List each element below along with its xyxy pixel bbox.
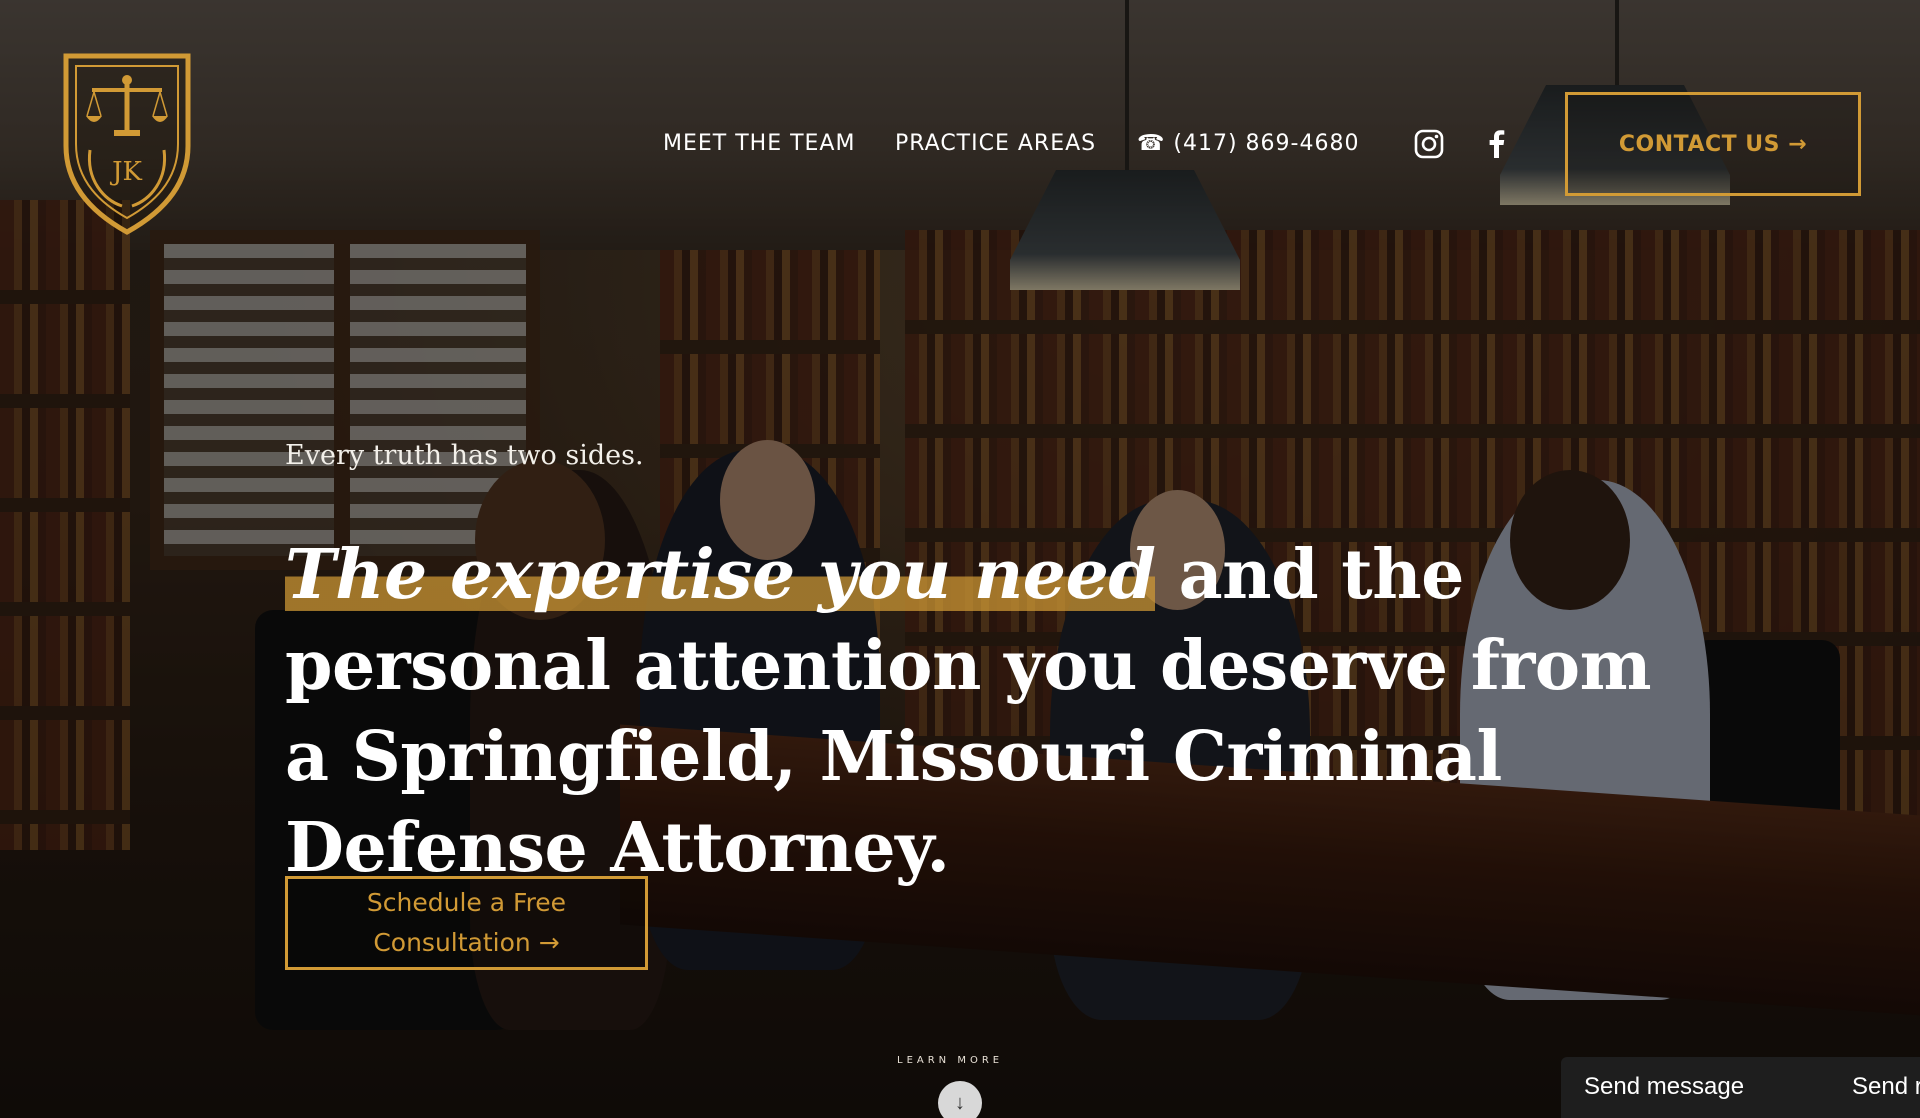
scales-of-justice-crest-icon: JK: [63, 53, 191, 235]
phone-icon: ☎: [1137, 131, 1166, 156]
scroll-down-icon[interactable]: ↓: [938, 1081, 982, 1118]
phone-number: (417) 869-4680: [1173, 131, 1360, 156]
nav-practice-areas[interactable]: PRACTICE AREAS: [895, 128, 1096, 160]
facebook-icon[interactable]: [1481, 128, 1513, 160]
schedule-consultation-button[interactable]: Schedule a Free Consultation →: [285, 876, 648, 970]
cta-line-2: Consultation →: [373, 928, 560, 957]
contact-us-button[interactable]: CONTACT US →: [1565, 92, 1861, 196]
send-message-button-2[interactable]: Send r: [1852, 1073, 1920, 1101]
svg-text:JK: JK: [109, 157, 142, 187]
hero-tagline: Every truth has two sides.: [285, 440, 644, 471]
learn-more-label[interactable]: LEARN MORE: [897, 1055, 1003, 1066]
nav-phone-link[interactable]: ☎ (417) 869-4680: [1137, 128, 1359, 160]
cta-line-1: Schedule a Free: [366, 888, 567, 917]
firm-logo[interactable]: JK: [56, 50, 198, 236]
instagram-icon[interactable]: [1413, 128, 1445, 160]
hero-headline: The expertise you need and the personal …: [285, 530, 1665, 894]
chat-widget-bar[interactable]: Send message Send r: [1561, 1057, 1920, 1118]
nav-meet-the-team[interactable]: MEET THE TEAM: [663, 128, 855, 160]
headline-highlight: The expertise you need: [285, 535, 1156, 615]
send-message-button[interactable]: Send message: [1584, 1073, 1744, 1101]
